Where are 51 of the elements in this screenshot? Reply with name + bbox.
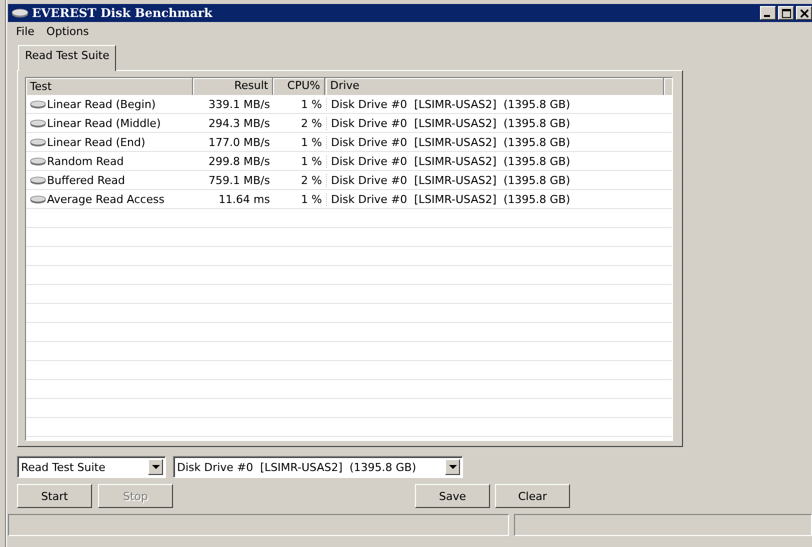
table-cell: 2 % <box>301 174 322 186</box>
drive-dropdown[interactable]: Disk Drive #0 [LSIMR-USAS2] (1395.8 GB) <box>173 456 463 478</box>
table-cell: Disk Drive #0 [LSIMR-USAS2] (1395.8 GB) <box>331 174 570 186</box>
window-title: EVEREST Disk Benchmark <box>32 6 212 20</box>
maximize-button[interactable] <box>778 6 794 20</box>
action-button[interactable]: Clear <box>495 484 570 508</box>
table-cell: 1 % <box>301 136 322 148</box>
table-cell: Disk Drive #0 [LSIMR-USAS2] (1395.8 GB) <box>331 116 570 130</box>
table-cell: 2 % <box>301 116 322 130</box>
header-filler <box>664 78 672 95</box>
tab[interactable]: Read Test Suite <box>18 45 116 71</box>
disk-icon <box>11 8 29 18</box>
disk-icon <box>30 194 46 204</box>
close-icon <box>800 8 808 18</box>
column-header[interactable]: Drive <box>325 78 664 95</box>
action-button[interactable]: Start <box>17 484 92 508</box>
table-cell: Random Read <box>47 154 124 168</box>
table-cell: 1 % <box>301 98 322 110</box>
table-cell: Disk Drive #0 [LSIMR-USAS2] (1395.8 GB) <box>331 154 570 168</box>
maximize-icon <box>782 8 790 18</box>
disk-icon <box>30 156 46 166</box>
table-cell: 1 % <box>301 154 322 168</box>
column-header[interactable]: Result <box>193 78 274 95</box>
table-cell: Linear Read (Middle) <box>47 116 161 130</box>
disk-icon <box>30 100 46 108</box>
action-button[interactable]: Save <box>415 484 490 508</box>
table-cell: Disk Drive #0 [LSIMR-USAS2] (1395.8 GB) <box>331 192 570 206</box>
table-cell: Linear Read (Begin) <box>47 98 156 110</box>
minimize-button[interactable] <box>760 6 776 20</box>
disk-icon <box>30 118 46 128</box>
table-cell: Average Read Access <box>47 192 164 206</box>
disk-icon <box>30 176 46 184</box>
close-button[interactable] <box>796 6 812 20</box>
table-cell: Buffered Read <box>47 174 126 186</box>
minimize-icon <box>764 15 770 17</box>
suite-dropdown[interactable]: Read Test Suite <box>17 456 166 478</box>
table-cell: Disk Drive #0 [LSIMR-USAS2] (1395.8 GB) <box>331 136 570 148</box>
menu-item[interactable]: File <box>16 24 34 38</box>
column-header[interactable]: Test <box>26 78 194 95</box>
column-header[interactable]: CPU% <box>273 78 326 95</box>
table-cell: 759.1 MB/s <box>208 174 270 186</box>
table-cell: 299.8 MB/s <box>208 154 270 168</box>
table-cell: 11.64 ms <box>218 192 270 206</box>
menu-item[interactable]: Options <box>46 24 89 38</box>
disk-icon <box>30 138 46 146</box>
table-cell: 294.3 MB/s <box>208 116 270 130</box>
table-cell: Disk Drive #0 [LSIMR-USAS2] (1395.8 GB) <box>331 98 570 110</box>
table-cell: 339.1 MB/s <box>208 98 270 110</box>
table-cell: 1 % <box>301 192 322 206</box>
table-cell: Linear Read (End) <box>47 136 146 148</box>
table-cell: 177.0 MB/s <box>208 136 270 148</box>
